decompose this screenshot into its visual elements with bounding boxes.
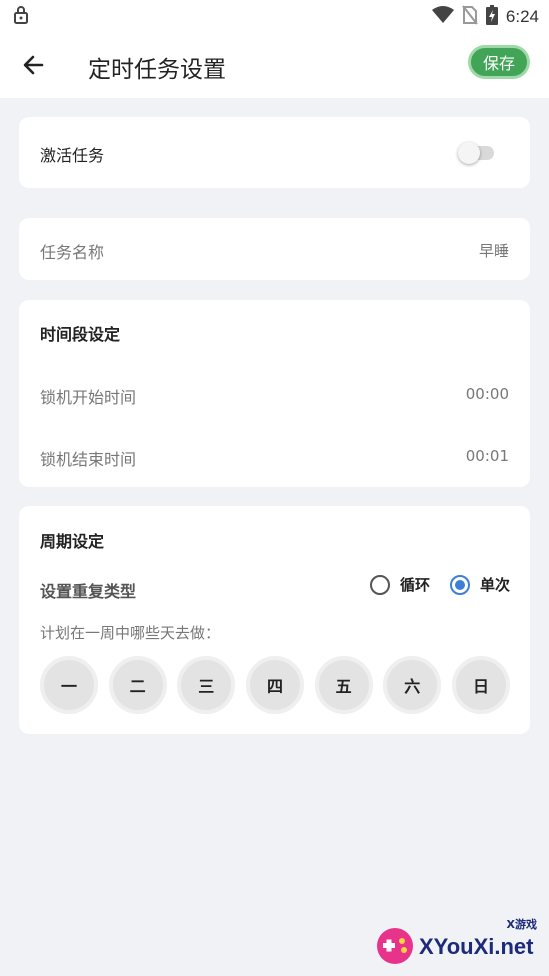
radio-loop-label: 循环 [399, 576, 430, 594]
lock-icon [13, 5, 29, 29]
start-time-label: 锁机开始时间 [40, 388, 137, 407]
watermark: X游戏 XYouXi.net [371, 916, 541, 970]
radio-loop-circle [369, 574, 390, 595]
day-button-sun[interactable]: 日 [452, 656, 510, 714]
task-name-label: 任务名称 [40, 243, 105, 262]
cycle-section-title: 周期设定 [40, 532, 105, 551]
battery-icon [485, 5, 498, 29]
back-arrow-icon[interactable] [20, 51, 48, 79]
activate-label: 激活任务 [40, 146, 105, 165]
toggle-thumb [458, 142, 480, 164]
start-time-value: 00:00 [465, 385, 509, 403]
day-button-fri[interactable]: 五 [314, 656, 373, 714]
status-time: 6:24 [505, 7, 539, 26]
day-button-mon[interactable]: 一 [40, 656, 98, 714]
page-title: 定时任务设置 [88, 57, 226, 83]
repeat-type-radio-group: 循环 单次 [350, 574, 510, 595]
days-prompt: 计划在一周中哪些天去做： [40, 624, 221, 642]
wifi-icon [431, 6, 454, 28]
day-button-sat[interactable]: 六 [383, 656, 442, 714]
weekday-selector: 一 二 三 四 五 六 日 [40, 656, 510, 714]
repeat-type-label: 设置重复类型 [40, 582, 137, 601]
day-button-tue[interactable]: 二 [108, 656, 167, 714]
task-name-value: 早睡 [478, 242, 509, 260]
radio-once[interactable]: 单次 [449, 574, 510, 595]
watermark-small-text: X游戏 [506, 918, 537, 931]
activate-toggle[interactable] [458, 142, 496, 164]
time-section-card: 时间段设定 锁机开始时间 00:00 锁机结束时间 00:01 [19, 300, 530, 487]
cycle-section-card: 周期设定 设置重复类型 循环 单次 计划在一周中哪些天去做： 一 二 三 四 五… [19, 506, 530, 734]
day-button-wed[interactable]: 三 [177, 656, 236, 714]
activate-card: 激活任务 [19, 117, 530, 188]
end-time-value: 00:01 [465, 447, 509, 465]
time-section-title: 时间段设定 [40, 325, 121, 344]
end-time-label: 锁机结束时间 [40, 450, 137, 469]
save-button[interactable]: 保存 [468, 45, 530, 79]
radio-once-circle [449, 574, 470, 595]
app-bar: 定时任务设置 保存 [0, 32, 549, 98]
task-name-card[interactable]: 任务名称 早睡 [19, 218, 530, 280]
status-bar: 6:24 [0, 0, 549, 32]
watermark-text: XYouXi.net [419, 934, 534, 959]
radio-loop[interactable]: 循环 [369, 574, 430, 595]
radio-once-label: 单次 [479, 576, 510, 594]
gamepad-icon [373, 926, 417, 970]
day-button-thu[interactable]: 四 [246, 656, 304, 714]
no-sim-icon [462, 5, 478, 29]
